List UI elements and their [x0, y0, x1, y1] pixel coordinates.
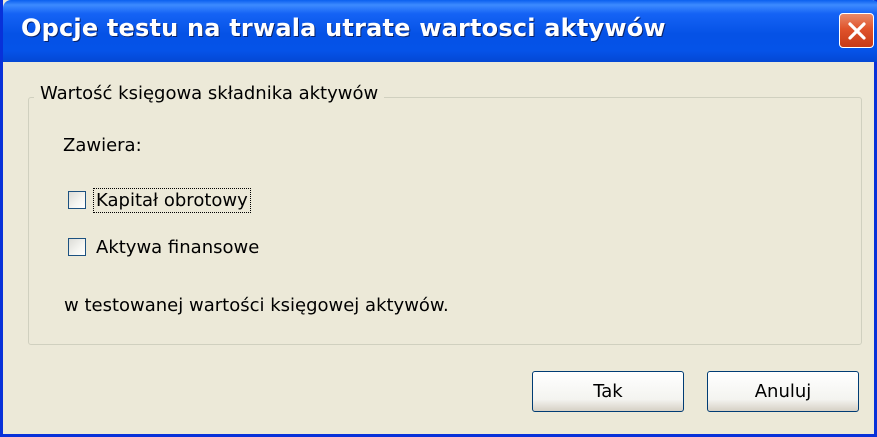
dialog-content: Wartość księgowa składnika aktywów Zawie…: [6, 62, 877, 434]
footer-note: w testowanej wartości księgowej aktywów.: [64, 295, 449, 316]
financial-assets-checkbox[interactable]: [68, 238, 86, 256]
cancel-button[interactable]: Anuluj: [707, 371, 859, 412]
financial-assets-label[interactable]: Aktywa finansowe: [94, 236, 261, 259]
working-capital-label[interactable]: Kapitał obrotowy: [93, 187, 251, 213]
close-button[interactable]: [839, 13, 874, 48]
groupbox-legend: Wartość księgowa składnika aktywów: [34, 83, 385, 104]
working-capital-option[interactable]: Kapitał obrotowy: [68, 187, 251, 213]
ok-button[interactable]: Tak: [532, 371, 684, 412]
contains-label: Zawiera:: [63, 135, 142, 156]
financial-assets-option[interactable]: Aktywa finansowe: [68, 234, 261, 260]
title-bar[interactable]: Opcje testu na trwala utrate wartosci ak…: [3, 0, 877, 62]
dialog-title: Opcje testu na trwala utrate wartosci ak…: [21, 14, 666, 42]
working-capital-checkbox[interactable]: [68, 191, 86, 209]
dialog-window: Opcje testu na trwala utrate wartosci ak…: [0, 0, 877, 437]
close-icon: [848, 22, 866, 40]
